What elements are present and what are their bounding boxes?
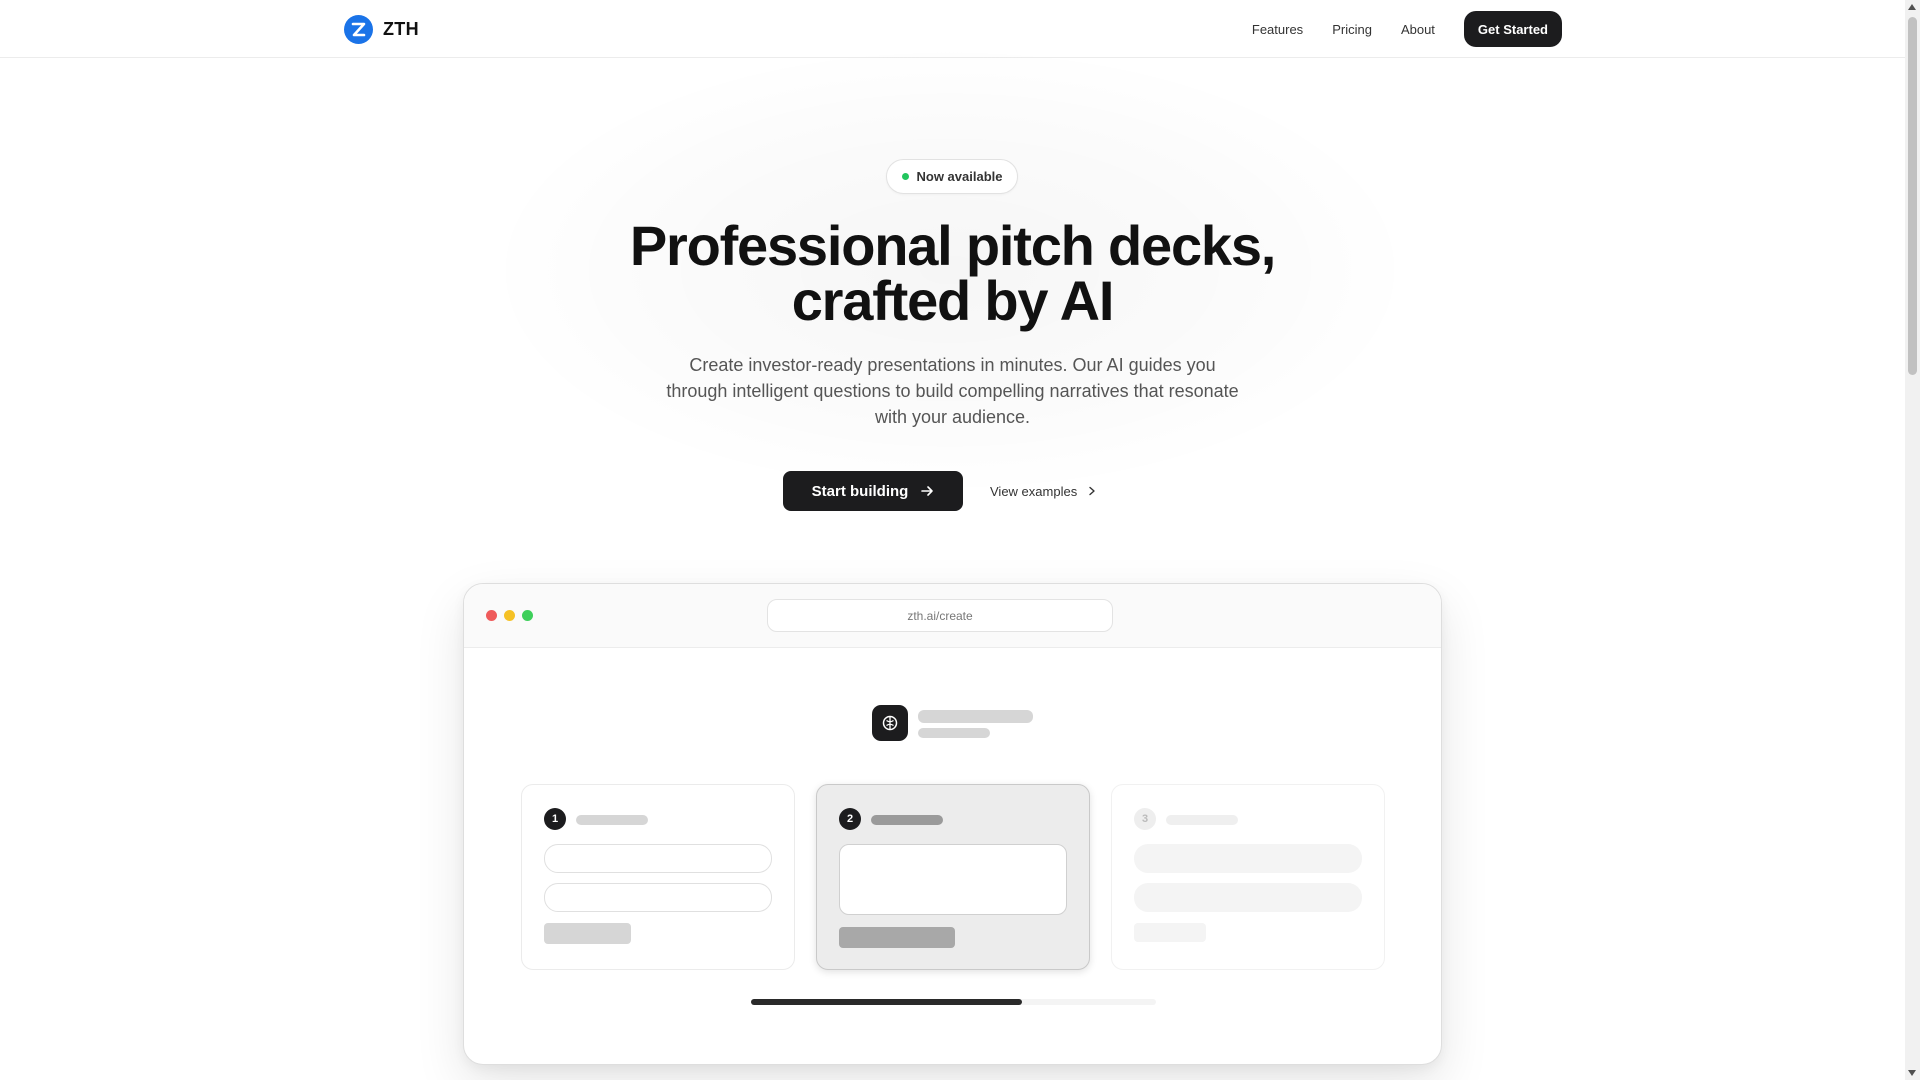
step-card-2: 2 (816, 784, 1090, 970)
skeleton-step-label (1166, 815, 1238, 825)
step-number-2: 2 (839, 808, 861, 830)
browser-toolbar: zth.ai/create (464, 584, 1441, 648)
skeleton-textarea (839, 844, 1067, 915)
nav-pricing-link[interactable]: Pricing (1332, 22, 1372, 37)
ai-brain-icon (872, 705, 908, 741)
address-bar: zth.ai/create (767, 599, 1113, 632)
scroll-up-arrow-icon[interactable] (1908, 4, 1916, 10)
step-number-1: 1 (544, 808, 566, 830)
skeleton-step-label (576, 815, 648, 825)
page-scrollbar[interactable] (1905, 0, 1920, 1080)
skeleton-input-field (1134, 883, 1362, 912)
hero-subtext: Create investor-ready presentations in m… (666, 355, 1239, 427)
scrollbar-thumb[interactable] (1908, 17, 1917, 375)
close-dot-icon (486, 610, 497, 621)
skeleton-input-field (544, 883, 772, 912)
skeleton-input-field (544, 844, 772, 873)
get-started-button[interactable]: Get Started (1463, 11, 1562, 47)
start-building-label: Start building (811, 482, 909, 500)
progress-fill (751, 999, 1023, 1005)
maximize-dot-icon (522, 610, 533, 621)
nav-features-link[interactable]: Features (1252, 22, 1303, 37)
nav-links: Features Pricing About Get Started (1252, 11, 1562, 47)
start-building-button[interactable]: Start building (783, 471, 963, 511)
skeleton-button (544, 923, 631, 944)
hero-headline: Professional pitch decks, crafted by AI (560, 218, 1345, 329)
step-number-3: 3 (1134, 808, 1156, 830)
skeleton-button (839, 927, 955, 948)
headline-line-1: Professional pitch decks, (629, 214, 1277, 277)
progress-bar (751, 999, 1156, 1005)
window-controls (486, 610, 533, 621)
step-card-1: 1 (521, 784, 795, 970)
status-dot-icon (901, 173, 909, 180)
headline-line-2: crafted by AI (791, 269, 1115, 332)
app-preview-window: zth.ai/create 1 2 3 (463, 583, 1442, 1065)
skeleton-input-field (1134, 844, 1362, 873)
badge-label: Now available (916, 169, 1003, 184)
arrow-right-icon (921, 486, 934, 496)
nav-about-link[interactable]: About (1401, 22, 1435, 37)
skeleton-subtitle (918, 728, 990, 738)
view-examples-button[interactable]: View examples (990, 471, 1097, 511)
brand-name: ZTH (383, 19, 419, 39)
skeleton-step-label (871, 815, 943, 825)
brand-logo[interactable]: ZTH (344, 15, 419, 44)
chevron-right-icon (1089, 486, 1095, 496)
skeleton-button (1134, 923, 1206, 942)
now-available-badge: Now available (886, 159, 1018, 194)
skeleton-title (918, 710, 1033, 723)
zth-logo-icon (344, 15, 373, 44)
view-examples-label: View examples (990, 483, 1078, 499)
minimize-dot-icon (504, 610, 515, 621)
scroll-down-arrow-icon[interactable] (1908, 1070, 1916, 1076)
step-card-3: 3 (1111, 784, 1385, 970)
